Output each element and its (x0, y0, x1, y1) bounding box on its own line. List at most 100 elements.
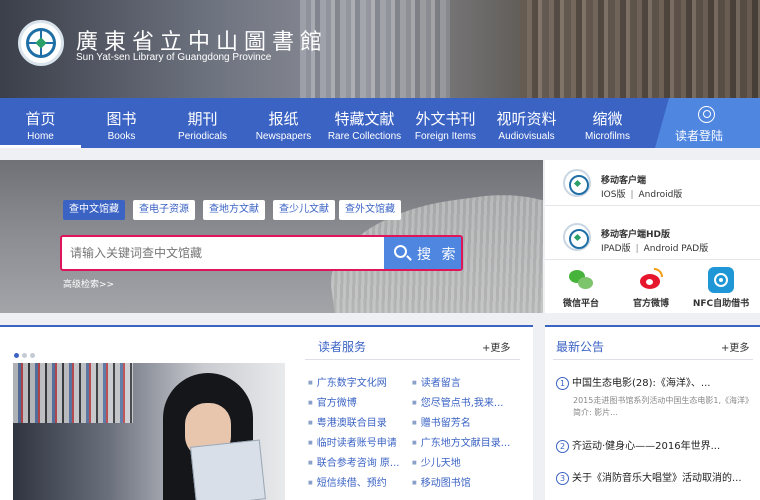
search-icon (394, 245, 407, 258)
header-bookshelf-right (520, 0, 760, 98)
nav-label-en: Rare Collections (327, 131, 402, 142)
link-separator: | (630, 190, 634, 200)
wechat-label: 微信平台 (562, 299, 599, 309)
mobile-client-row: 移动客户端 IOS版 | Android版 (545, 160, 760, 206)
services-section: 读者服务 +更多 广东数字文化网 官方微博 粤港澳联合目录 临时读者账号申请 联… (0, 325, 533, 500)
notices-title: 最新公告 (556, 340, 605, 354)
latest-notices: 最新公告 +更多 1 中国生态电影(28):《海洋》、... 2015走进图书馆系… (545, 325, 760, 500)
search-button-label: 搜 索 (417, 247, 459, 263)
nav-label-en: Foreign Items (414, 131, 477, 142)
nav-item-microfilms[interactable]: 缩微 Microfilms (567, 98, 648, 148)
wechat-icon (568, 267, 594, 293)
android-pad-link[interactable]: Android PAD版 (644, 244, 709, 254)
search-hero: 查中文馆藏 查电子资源 查地方文献 查少儿文献 查外文馆藏 搜 索 高级检索>> (0, 160, 543, 313)
service-link[interactable]: 少儿天地 (412, 454, 461, 469)
nav-item-books[interactable]: 图书 Books (81, 98, 162, 148)
notice-number: 2 (556, 440, 569, 453)
notice-title: 齐运动·健身心——2016年世界... (572, 441, 721, 452)
nav-item-periodicals[interactable]: 期刊 Periodicals (162, 98, 243, 148)
nav-item-rare-collections[interactable]: 特藏文献 Rare Collections (324, 98, 405, 148)
notice-description: 2015走进图书馆系列活动中国生态电影1,《海洋》简介: 影片... (573, 396, 753, 417)
ios-link[interactable]: IOS版 (601, 190, 625, 200)
nav-label-zh: 外文书刊 (415, 110, 476, 128)
nav-label-en: Books (107, 131, 136, 142)
carousel-dots (14, 343, 38, 362)
library-logo-icon[interactable] (18, 20, 64, 66)
nav-label-zh: 视听资料 (496, 110, 557, 128)
link-separator: | (635, 244, 639, 254)
nav-label-en: Microfilms (585, 131, 630, 142)
advanced-search-link[interactable]: 高级检索>> (63, 277, 114, 290)
service-link[interactable]: 您尽管点书,我来... (412, 394, 504, 409)
nav-label-zh: 特藏文献 (334, 110, 395, 128)
search-tab-foreign[interactable]: 查外文馆藏 (339, 200, 401, 220)
service-link[interactable]: 移动图书馆 (412, 474, 471, 489)
reader-services-more-link[interactable]: +更多 (482, 339, 510, 354)
nfc-icon (708, 267, 734, 293)
nav-label-en: Newspapers (255, 131, 312, 142)
notices-more-link[interactable]: +更多 (721, 339, 749, 354)
hd-client-title: 移动客户端HD版 (601, 230, 671, 240)
nav-label-en: Periodicals (178, 131, 227, 142)
site-subtitle: Sun Yat-sen Library of Guangdong Provinc… (76, 52, 272, 63)
notice-item[interactable]: 2 齐运动·健身心——2016年世界... (556, 437, 720, 453)
search-tab-children[interactable]: 查少儿文献 (273, 200, 335, 220)
wechat-platform-link[interactable]: 微信平台 (546, 267, 616, 309)
carousel-photo[interactable] (13, 363, 285, 500)
apps-panel: 移动客户端 IOS版 | Android版 移动客户端HD版 IPAD版 | Andro… (545, 160, 760, 313)
nav-label-zh: 首页 (25, 110, 56, 128)
divider (553, 359, 753, 360)
nfc-label: NFC自助借书 (692, 299, 750, 309)
main-nav: 首页 Home 图书 Books 期刊 Periodicals 报纸 Newsp… (0, 98, 760, 148)
notice-item[interactable]: 3 关于《消防音乐大唱堂》活动取消的... (556, 469, 742, 485)
nav-label-zh: 期刊 (187, 110, 218, 128)
service-link[interactable]: 广东数字文化网 (308, 374, 387, 389)
service-link[interactable]: 短信续借、预约 (308, 474, 387, 489)
service-link[interactable]: 联合参考咨询 原... (308, 454, 400, 469)
login-label: 读者登陆 (675, 129, 724, 143)
service-link[interactable]: 读者留言 (412, 374, 461, 389)
service-link[interactable]: 粤港澳联合目录 (308, 414, 387, 429)
search-button[interactable]: 搜 索 (384, 237, 461, 269)
service-link[interactable]: 临时读者账号申请 (308, 434, 397, 449)
carousel-dot[interactable] (22, 353, 27, 358)
user-icon (698, 106, 715, 123)
nav-label-zh: 缩微 (592, 110, 623, 128)
notice-title: 中国生态电影(28):《海洋》、... (572, 378, 711, 389)
carousel-dot[interactable] (14, 353, 19, 358)
mobile-client-links: IOS版 | Android版 (601, 187, 682, 200)
notice-title: 关于《消防音乐大唱堂》活动取消的... (572, 473, 742, 484)
carousel-dot[interactable] (30, 353, 35, 358)
nav-label-en: Audiovisuals (498, 131, 555, 142)
search-tab-chinese[interactable]: 查中文馆藏 (63, 200, 125, 220)
service-link[interactable]: 赠书留芳名 (412, 414, 471, 429)
divider (305, 359, 520, 360)
nav-item-audiovisuals[interactable]: 视听资料 Audiovisuals (486, 98, 567, 148)
android-link[interactable]: Android版 (639, 190, 683, 200)
hd-client-links: IPAD版 | Android PAD版 (601, 241, 708, 254)
nav-label-zh: 报纸 (268, 110, 299, 128)
service-link[interactable]: 官方微博 (308, 394, 357, 409)
nav-item-home[interactable]: 首页 Home (0, 98, 81, 148)
hd-client-row: 移动客户端HD版 IPAD版 | Android PAD版 (545, 214, 760, 260)
reader-login-button[interactable]: 读者登陆 (655, 98, 760, 148)
mobile-client-title: 移动客户端 (601, 176, 647, 186)
nfc-self-borrow-link[interactable]: NFC自助借书 (686, 267, 756, 309)
search-tab-local[interactable]: 查地方文献 (203, 200, 265, 220)
notice-item[interactable]: 1 中国生态电影(28):《海洋》、... (556, 374, 710, 390)
official-weibo-link[interactable]: 官方微博 (616, 267, 686, 309)
search-input[interactable] (62, 237, 384, 269)
nav-label-en: Home (27, 131, 54, 142)
service-link[interactable]: 广东地方文献目录... (412, 434, 511, 449)
notice-number: 3 (556, 472, 569, 485)
library-app-hd-icon[interactable] (563, 223, 591, 251)
nav-item-foreign-items[interactable]: 外文书刊 Foreign Items (405, 98, 486, 148)
search-tab-eresources[interactable]: 查电子资源 (133, 200, 195, 220)
search-box: 搜 索 (60, 235, 463, 271)
ipad-link[interactable]: IPAD版 (601, 244, 631, 254)
reader-services-title: 读者服务 (318, 340, 367, 354)
nav-item-newspapers[interactable]: 报纸 Newspapers (243, 98, 324, 148)
library-app-icon[interactable] (563, 169, 591, 197)
site-header: 廣東省立中山圖書館 Sun Yat-sen Library of Guangdo… (0, 0, 760, 98)
weibo-label: 官方微博 (632, 299, 669, 309)
